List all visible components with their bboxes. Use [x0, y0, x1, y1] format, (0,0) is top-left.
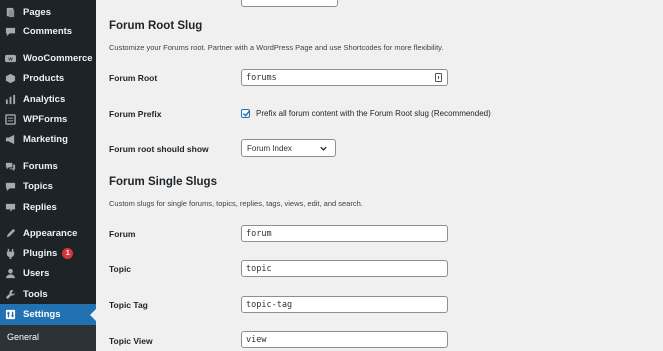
topic-slug-input[interactable]: topic — [241, 260, 448, 277]
topic-slug-label: Topic — [109, 264, 132, 274]
topics-icon — [5, 181, 16, 192]
replies-icon — [5, 202, 16, 213]
sidebar-item-appearance[interactable]: Appearance — [0, 223, 96, 243]
sidebar-item-topics[interactable]: Topics — [0, 176, 96, 196]
wpforms-icon — [5, 113, 16, 125]
sidebar-item-label: Replies — [23, 201, 57, 213]
section-description-root-slug: Customize your Forums root. Partner with… — [109, 43, 444, 52]
sidebar-item-label: Products — [23, 72, 65, 84]
sidebar-item-plugins[interactable]: Plugins 1 — [0, 243, 96, 263]
sidebar-item-label: Users — [23, 267, 50, 279]
topic-tag-slug-input[interactable]: topic-tag — [241, 296, 448, 313]
sidebar-item-settings[interactable]: Settings — [0, 304, 96, 325]
update-count-badge: 1 — [62, 247, 74, 259]
forum-root-input[interactable]: forums — [241, 69, 448, 86]
section-title-root-slug: Forum Root Slug — [109, 20, 203, 32]
sidebar-item-label: WPForms — [23, 113, 68, 125]
sidebar-item-label: Appearance — [23, 227, 78, 239]
forum-root-show-label: Forum root should show — [109, 144, 209, 154]
sidebar-item-label: WooCommerce — [23, 52, 93, 64]
sidebar-item-label: Tools — [23, 288, 48, 300]
analytics-icon — [5, 94, 16, 105]
settings-submenu: General — [0, 325, 96, 351]
forum-slug-value: forum — [246, 228, 272, 239]
woocommerce-icon: W — [5, 53, 16, 64]
sidebar-item-label: Forums — [23, 160, 58, 172]
topic-tag-slug-value: topic-tag — [246, 299, 293, 310]
sidebar-item-tools[interactable]: Tools — [0, 284, 96, 304]
chevron-down-icon — [320, 146, 327, 151]
forum-prefix-checkbox[interactable] — [241, 109, 251, 118]
svg-text:W: W — [8, 56, 13, 61]
previous-field-input[interactable] — [241, 0, 338, 7]
section-title-single-slugs: Forum Single Slugs — [109, 176, 217, 188]
sidebar-item-label: Analytics — [23, 93, 66, 105]
topic-tag-slug-label: Topic Tag — [109, 300, 148, 310]
tools-icon — [5, 289, 16, 300]
sidebar-item-pages[interactable]: Pages — [0, 2, 96, 22]
section-description-single-slugs: Custom slugs for single forums, topics, … — [109, 199, 363, 208]
sidebar-item-label: Marketing — [23, 133, 68, 145]
products-icon — [5, 73, 16, 84]
submenu-item-general[interactable]: General — [7, 332, 39, 342]
forum-slug-input[interactable]: forum — [241, 225, 448, 242]
sidebar-item-analytics[interactable]: Analytics — [0, 89, 96, 109]
sidebar-item-wpforms[interactable]: WPForms — [0, 109, 96, 129]
forum-root-label: Forum Root — [109, 73, 158, 83]
topic-view-slug-input[interactable]: view — [241, 331, 448, 348]
forum-root-value: forums — [246, 72, 277, 83]
sidebar-item-products[interactable]: Products — [0, 68, 96, 88]
sidebar-item-label: Topics — [23, 180, 53, 192]
autofill-key-icon[interactable] — [435, 73, 442, 82]
sidebar-item-comments[interactable]: Comments — [0, 21, 96, 41]
forums-icon — [5, 161, 16, 172]
sidebar-item-label: Pages — [23, 6, 51, 18]
pages-icon — [5, 7, 16, 18]
sidebar-item-users[interactable]: Users — [0, 263, 96, 283]
admin-sidebar: Pages Comments W WooCommerce Products An… — [0, 0, 96, 351]
sidebar-item-label: Plugins — [23, 247, 58, 259]
forum-root-show-value: Forum Index — [247, 143, 292, 153]
forum-prefix-label: Forum Prefix — [109, 109, 162, 119]
settings-content: Forum Root Slug Customize your Forums ro… — [96, 0, 663, 351]
appearance-icon — [5, 228, 16, 239]
users-icon — [5, 268, 16, 279]
sidebar-item-marketing[interactable]: Marketing — [0, 129, 96, 149]
sidebar-item-forums[interactable]: Forums — [0, 156, 96, 176]
topic-view-slug-label: Topic View — [109, 336, 153, 346]
comments-icon — [5, 26, 16, 37]
forum-slug-label: Forum — [109, 229, 136, 239]
topic-view-slug-value: view — [246, 334, 267, 345]
sidebar-item-replies[interactable]: Replies — [0, 197, 96, 217]
settings-icon — [5, 309, 16, 320]
forum-prefix-checkbox-label[interactable]: Prefix all forum content with the Forum … — [256, 109, 491, 118]
plugins-icon — [5, 248, 16, 259]
topic-slug-value: topic — [246, 263, 272, 274]
forum-root-show-select[interactable]: Forum Index — [241, 139, 336, 157]
sidebar-item-label: Settings — [23, 309, 61, 320]
marketing-icon — [5, 134, 16, 145]
sidebar-item-woocommerce[interactable]: W WooCommerce — [0, 48, 96, 68]
checkmark-icon — [242, 110, 251, 117]
sidebar-item-label: Comments — [23, 25, 73, 37]
